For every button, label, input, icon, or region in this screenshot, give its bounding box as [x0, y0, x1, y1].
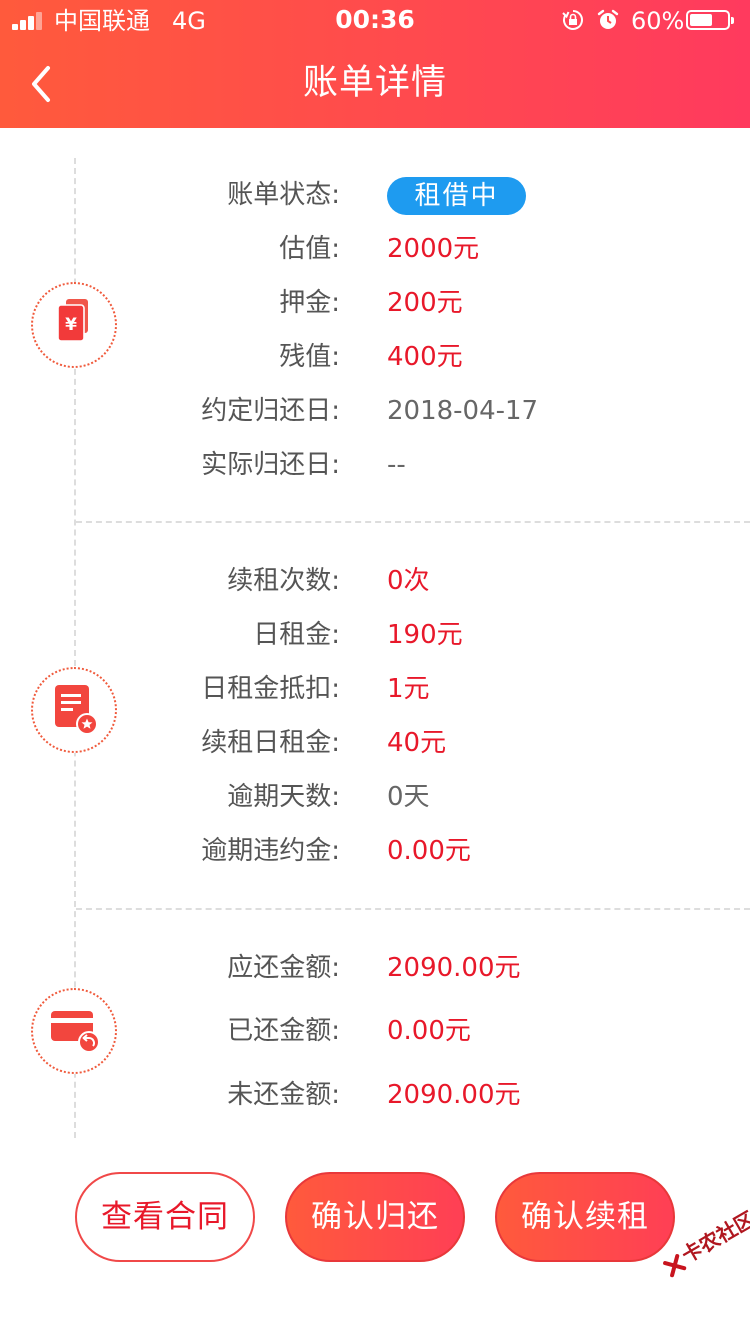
detail-row: 估值: 2000元 — [0, 229, 750, 269]
rent-deduction-label: 日租金抵扣: — [201, 674, 340, 704]
amount-due-label: 应还金额: — [227, 953, 340, 983]
renew-count-value: 0次 — [387, 566, 430, 596]
amount-paid-value: 0.00元 — [387, 1016, 471, 1046]
due-date-label: 约定归还日: — [201, 396, 340, 426]
actual-return-value: -- — [387, 450, 406, 480]
actual-return-label: 实际归还日: — [201, 450, 340, 480]
section-divider — [76, 908, 750, 910]
renew-daily-rent-value: 40元 — [387, 728, 447, 758]
amount-unpaid-value: 2090.00元 — [387, 1080, 521, 1110]
bill-status-row: 账单状态: — [0, 175, 750, 215]
page-title: 账单详情 — [302, 63, 447, 103]
battery-percent: 60% — [631, 7, 685, 35]
status-bar: 中国联通 4G 00:36 60% — [0, 0, 750, 40]
amount-paid-label: 已还金额: — [227, 1016, 340, 1046]
overdue-days-label: 逾期天数: — [227, 782, 340, 812]
confirm-return-button[interactable]: 确认归还 — [285, 1172, 465, 1262]
detail-row: 日租金: 190元 — [0, 615, 750, 655]
detail-row: 实际归还日: -- — [0, 445, 750, 485]
valuation-value: 2000元 — [387, 234, 480, 264]
renew-daily-rent-label: 续租日租金: — [201, 728, 340, 758]
daily-rent-value: 190元 — [387, 620, 463, 650]
overdue-penalty-label: 逾期违约金: — [201, 836, 340, 866]
header-bar: 中国联通 4G 00:36 60% 账单详情 — [0, 0, 750, 128]
detail-row: 残值: 400元 — [0, 337, 750, 377]
overdue-days-value: 0天 — [387, 782, 430, 812]
watermark-text: 卡农社区 — [677, 1206, 750, 1268]
detail-row: 逾期违约金: 0.00元 — [0, 831, 750, 871]
valuation-label: 估值: — [279, 234, 340, 264]
rent-deduction-value: 1元 — [387, 674, 430, 704]
confirm-renew-button[interactable]: 确认续租 — [495, 1172, 675, 1262]
detail-row: 约定归还日: 2018-04-17 — [0, 391, 750, 431]
view-contract-button[interactable]: 查看合同 — [75, 1172, 255, 1262]
detail-row: 日租金抵扣: 1元 — [0, 669, 750, 709]
section-divider — [76, 521, 750, 523]
residual-value: 400元 — [387, 342, 463, 372]
detail-row: 续租日租金: 40元 — [0, 723, 750, 763]
deposit-value: 200元 — [387, 288, 463, 318]
amount-unpaid-label: 未还金额: — [227, 1080, 340, 1110]
daily-rent-label: 日租金: — [253, 620, 340, 650]
detail-row: 逾期天数: 0天 — [0, 777, 750, 817]
renew-count-label: 续租次数: — [227, 566, 340, 596]
battery-icon — [686, 10, 734, 30]
alarm-icon — [597, 9, 619, 29]
orientation-lock-icon — [562, 10, 583, 30]
deposit-label: 押金: — [279, 288, 340, 318]
battery-level — [690, 14, 712, 26]
detail-row: 已还金额: 0.00元 — [0, 1011, 750, 1051]
due-date-value: 2018-04-17 — [387, 396, 539, 426]
overdue-penalty-value: 0.00元 — [387, 836, 471, 866]
status-badge: 租借中 — [387, 177, 526, 215]
amount-due-value: 2090.00元 — [387, 953, 521, 983]
detail-row: 未还金额: 2090.00元 — [0, 1075, 750, 1115]
detail-row: 应还金额: 2090.00元 — [0, 948, 750, 988]
residual-label: 残值: — [279, 342, 340, 372]
detail-row: 续租次数: 0次 — [0, 561, 750, 601]
bill-status-label: 账单状态: — [227, 180, 340, 210]
detail-row: 押金: 200元 — [0, 283, 750, 323]
